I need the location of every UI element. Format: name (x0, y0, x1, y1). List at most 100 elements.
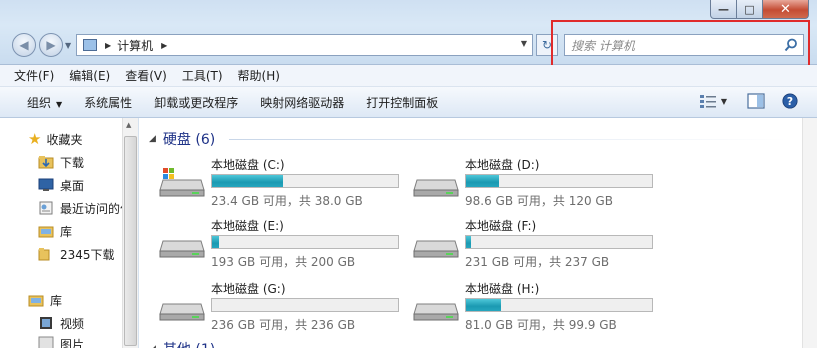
download-folder-icon (38, 156, 54, 169)
desktop-icon (38, 178, 54, 191)
drive-space-info: 193 GB 可用，共 200 GB (211, 255, 356, 269)
minimize-button[interactable]: — (710, 0, 737, 19)
pictures-icon (38, 336, 54, 348)
video-icon (40, 317, 52, 329)
collapse-triangle-icon[interactable]: ◢ (149, 344, 156, 348)
back-arrow-icon: ◀ (19, 38, 29, 52)
group-hard-drives-label: 硬盘 (6) (162, 132, 216, 148)
nav-item-label: 2345下载 (60, 247, 115, 262)
forward-arrow-icon: ▶ (46, 38, 56, 52)
drive-space-info: 231 GB 可用，共 237 GB (465, 255, 610, 269)
nav-item-label: 桌面 (60, 178, 85, 193)
back-button[interactable]: ◀ (12, 33, 36, 57)
organize-button[interactable]: 组织 ▼ (27, 94, 62, 111)
recent-pages-dropdown[interactable]: ▼ (65, 41, 71, 50)
help-icon[interactable]: ? (781, 93, 799, 109)
hard-drive-icon (413, 303, 459, 321)
drive-name: 本地磁盘 (F:) (465, 219, 537, 233)
nav-item-videos[interactable]: 视频 (38, 313, 134, 333)
command-bar: 组织 ▼ 系统属性 卸载或更改程序 映射网络驱动器 打开控制面板 ▼ ? (0, 87, 817, 118)
hard-drive-icon (159, 168, 205, 197)
content-area: ◢ 硬盘 (6) 本地磁盘 (C:) 23.4 GB 可用，共 38.0 GB 本地… (139, 118, 802, 348)
navigation-pane: ★ 收藏夹 下载 桌面 最近访问的位置 库 2345下载 库 视频 图片 ▲ (0, 118, 138, 348)
drive-usage-fill (466, 236, 471, 248)
uninstall-program-button[interactable]: 卸载或更改程序 (154, 94, 238, 111)
group-other-label: 其他 (1) (163, 339, 215, 348)
nav-favorites[interactable]: ★ 收藏夹 (28, 129, 124, 149)
nav-scrollbar[interactable]: ▲ (122, 118, 138, 348)
address-bar[interactable]: ▶ 计算机 ▶ ▼ (76, 34, 533, 56)
menu-edit[interactable]: 编辑(E) (69, 67, 110, 84)
drive-space-info: 23.4 GB 可用，共 38.0 GB (211, 194, 363, 208)
drive-name: 本地磁盘 (E:) (211, 219, 284, 233)
nav-item-label: 库 (60, 224, 73, 239)
libraries-icon (28, 295, 44, 307)
open-control-panel-button[interactable]: 打开控制面板 (366, 94, 438, 111)
menu-tools[interactable]: 工具(T) (182, 67, 223, 84)
preview-pane-icon[interactable] (747, 93, 765, 109)
drive-tile[interactable]: 本地磁盘 (D:) 98.6 GB 可用，共 120 GB (413, 156, 663, 212)
map-network-drive-button[interactable]: 映射网络驱动器 (260, 94, 344, 111)
highlight-box (551, 20, 810, 68)
hard-drive-icon (413, 179, 459, 197)
nav-item-downloads[interactable]: 下载 (38, 152, 134, 172)
nav-item-2345-downloads[interactable]: 2345下载 (38, 244, 134, 264)
nav-favorites-label: 收藏夹 (46, 132, 83, 147)
change-view-icon[interactable] (699, 93, 717, 109)
computer-icon (83, 39, 97, 51)
drive-usage-bar (211, 174, 399, 188)
forward-button[interactable]: ▶ (39, 33, 63, 57)
address-dropdown-icon[interactable]: ▼ (521, 39, 527, 48)
breadcrumb-separator-icon[interactable]: ▶ (161, 41, 167, 50)
menu-view[interactable]: 查看(V) (125, 67, 167, 84)
scroll-up-icon[interactable]: ▲ (126, 121, 131, 129)
view-dropdown-icon[interactable]: ▼ (721, 97, 727, 106)
nav-libraries[interactable]: 库 (28, 290, 124, 310)
menu-file[interactable]: 文件(F) (14, 67, 54, 84)
nav-item-pictures[interactable]: 图片 (38, 336, 134, 348)
menu-help[interactable]: 帮助(H) (238, 67, 280, 84)
nav-item-recent-places[interactable]: 最近访问的位置 (38, 198, 134, 218)
menu-bar: 文件(F) 编辑(E) 查看(V) 工具(T) 帮助(H) (0, 65, 817, 87)
nav-item-label: 下载 (60, 155, 85, 170)
organize-label: 组织 (27, 95, 52, 110)
maximize-button[interactable]: □ (737, 0, 763, 19)
star-icon: ★ (28, 130, 42, 148)
drive-space-info: 81.0 GB 可用，共 99.9 GB (465, 318, 617, 332)
drive-tile[interactable]: 本地磁盘 (C:) 23.4 GB 可用，共 38.0 GB (159, 156, 409, 212)
drive-name: 本地磁盘 (H:) (465, 282, 540, 296)
drive-usage-fill (212, 236, 219, 248)
nav-item-label: 图片 (60, 338, 85, 348)
content-scrollbar[interactable] (802, 118, 817, 348)
library-folder-icon (38, 226, 54, 238)
drive-tile[interactable]: 本地磁盘 (E:) 193 GB 可用，共 200 GB (159, 217, 409, 273)
folder-icon (38, 248, 50, 261)
drive-usage-fill (466, 299, 502, 311)
drive-tile[interactable]: 本地磁盘 (H:) 81.0 GB 可用，共 99.9 GB (413, 280, 663, 336)
view-options: ▼ ? (689, 93, 799, 109)
drive-name: 本地磁盘 (D:) (465, 158, 540, 172)
nav-libraries-label: 库 (50, 293, 63, 308)
breadcrumb-separator-icon[interactable]: ▶ (105, 41, 111, 50)
drive-usage-bar (465, 298, 653, 312)
drive-space-info: 236 GB 可用，共 236 GB (211, 318, 356, 332)
window-chrome: — □ ✕ ◀ ▶ ▼ ▶ 计算机 ▶ ▼ ↻ 搜索 计算机 (0, 0, 817, 68)
drive-tile[interactable]: 本地磁盘 (F:) 231 GB 可用，共 237 GB (413, 217, 663, 273)
drive-usage-bar (211, 298, 399, 312)
group-other[interactable]: ◢ 其他 (1) (149, 339, 215, 348)
nav-item-desktop[interactable]: 桌面 (38, 175, 134, 195)
drive-tile[interactable]: 本地磁盘 (G:) 236 GB 可用，共 236 GB (159, 280, 409, 336)
drive-usage-fill (466, 175, 500, 187)
group-hard-drives[interactable]: ◢ 硬盘 (6) (149, 129, 215, 149)
collapse-triangle-icon[interactable]: ◢ (149, 134, 156, 144)
close-button[interactable]: ✕ (763, 0, 809, 19)
svg-text:?: ? (787, 95, 793, 108)
recent-places-icon (39, 201, 53, 215)
system-properties-button[interactable]: 系统属性 (84, 94, 132, 111)
drive-name: 本地磁盘 (C:) (211, 158, 285, 172)
nav-scroll-thumb[interactable] (124, 136, 137, 346)
breadcrumb-computer[interactable]: 计算机 (117, 37, 153, 54)
drive-space-info: 98.6 GB 可用，共 120 GB (465, 194, 613, 208)
nav-item-library-fav[interactable]: 库 (38, 221, 134, 241)
window-controls: — □ ✕ (710, 0, 809, 19)
